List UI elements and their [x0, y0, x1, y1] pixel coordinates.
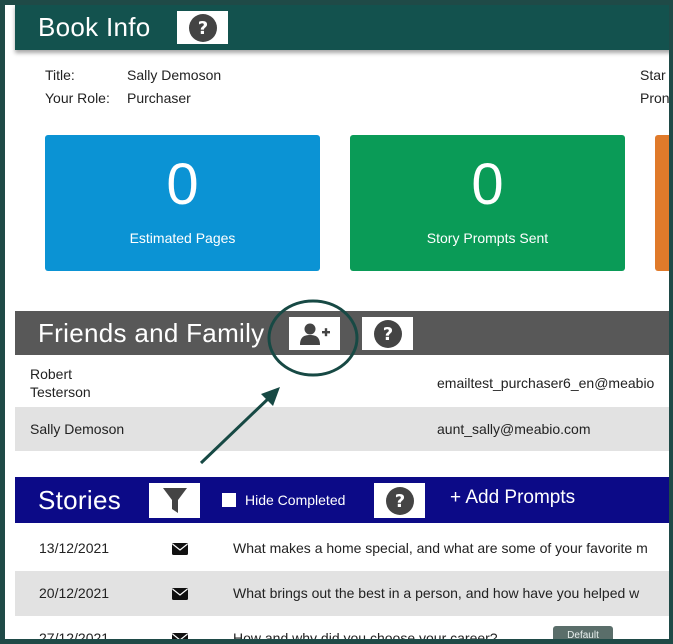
start-label-truncated: Star [640, 67, 666, 83]
member-name-line1: Robert [30, 366, 73, 382]
book-info-title: Book Info [38, 11, 151, 42]
third-stat-card [655, 135, 669, 271]
envelope-icon[interactable] [172, 543, 188, 555]
title-label: Title: [45, 67, 75, 83]
help-icon: ? [188, 13, 217, 42]
book-info-header: Book Info ? [15, 5, 669, 50]
add-prompts-button[interactable]: + Add Prompts [450, 487, 575, 509]
estimated-pages-value: 0 [166, 152, 199, 217]
story-prompts-label: Story Prompts Sent [426, 230, 549, 246]
story-date: 13/12/2021 [39, 540, 110, 556]
book-info-help-button[interactable]: ? [177, 11, 228, 44]
story-prompt: What brings out the best in a person, an… [233, 585, 640, 601]
svg-text:?: ? [394, 491, 404, 512]
filter-icon [162, 487, 187, 513]
prompt-label-truncated: Pron [640, 90, 669, 106]
help-icon: ? [373, 319, 402, 348]
friends-family-title: Friends and Family [38, 317, 265, 348]
hide-completed-label: Hide Completed [245, 492, 346, 508]
family-row[interactable]: Sally Demoson aunt_sally@meabio.com [15, 407, 669, 451]
stories-help-button[interactable]: ? [374, 483, 425, 518]
story-prompts-value: 0 [471, 152, 504, 217]
family-row[interactable]: Robert Testerson emailtest_purchaser6_en… [15, 360, 669, 407]
member-name: Sally Demoson [30, 421, 125, 437]
add-user-icon [299, 323, 330, 345]
title-value: Sally Demoson [127, 67, 222, 83]
story-row[interactable]: 20/12/2021 What brings out the best in a… [15, 571, 669, 616]
estimated-pages-label: Estimated Pages [129, 230, 236, 246]
role-value: Purchaser [127, 90, 191, 106]
svg-text:?: ? [382, 324, 392, 345]
app-frame: Book Info ? Title: Sally Demoson Your Ro… [5, 5, 669, 639]
help-icon: ? [385, 486, 414, 515]
add-friend-button[interactable] [289, 317, 340, 350]
hide-completed-checkbox[interactable] [222, 493, 236, 507]
member-name-line2: Testerson [30, 384, 91, 400]
envelope-icon[interactable] [172, 633, 188, 639]
default-badge: Default [553, 626, 613, 639]
story-prompts-card: 0 Story Prompts Sent [350, 135, 625, 271]
story-date: 27/12/2021 [39, 630, 110, 639]
estimated-pages-card: 0 Estimated Pages [45, 135, 320, 271]
member-email: emailtest_purchaser6_en@meabio [437, 375, 655, 391]
svg-text:?: ? [197, 18, 207, 39]
stories-title: Stories [38, 484, 122, 515]
story-row[interactable]: 13/12/2021 What makes a home special, an… [15, 526, 669, 571]
friends-family-header: Friends and Family ? [15, 311, 669, 355]
envelope-icon[interactable] [172, 588, 188, 600]
story-prompt: How and why did you choose your career? [233, 630, 498, 639]
member-email: aunt_sally@meabio.com [437, 421, 591, 437]
stories-header: Stories Hide Completed ? + Add Prompts [15, 477, 669, 523]
story-date: 20/12/2021 [39, 585, 110, 601]
role-label: Your Role: [45, 90, 110, 106]
filter-button[interactable] [149, 483, 200, 518]
story-prompt: What makes a home special, and what are … [233, 540, 648, 556]
friends-family-help-button[interactable]: ? [362, 317, 413, 350]
member-name: Robert Testerson [30, 365, 91, 401]
